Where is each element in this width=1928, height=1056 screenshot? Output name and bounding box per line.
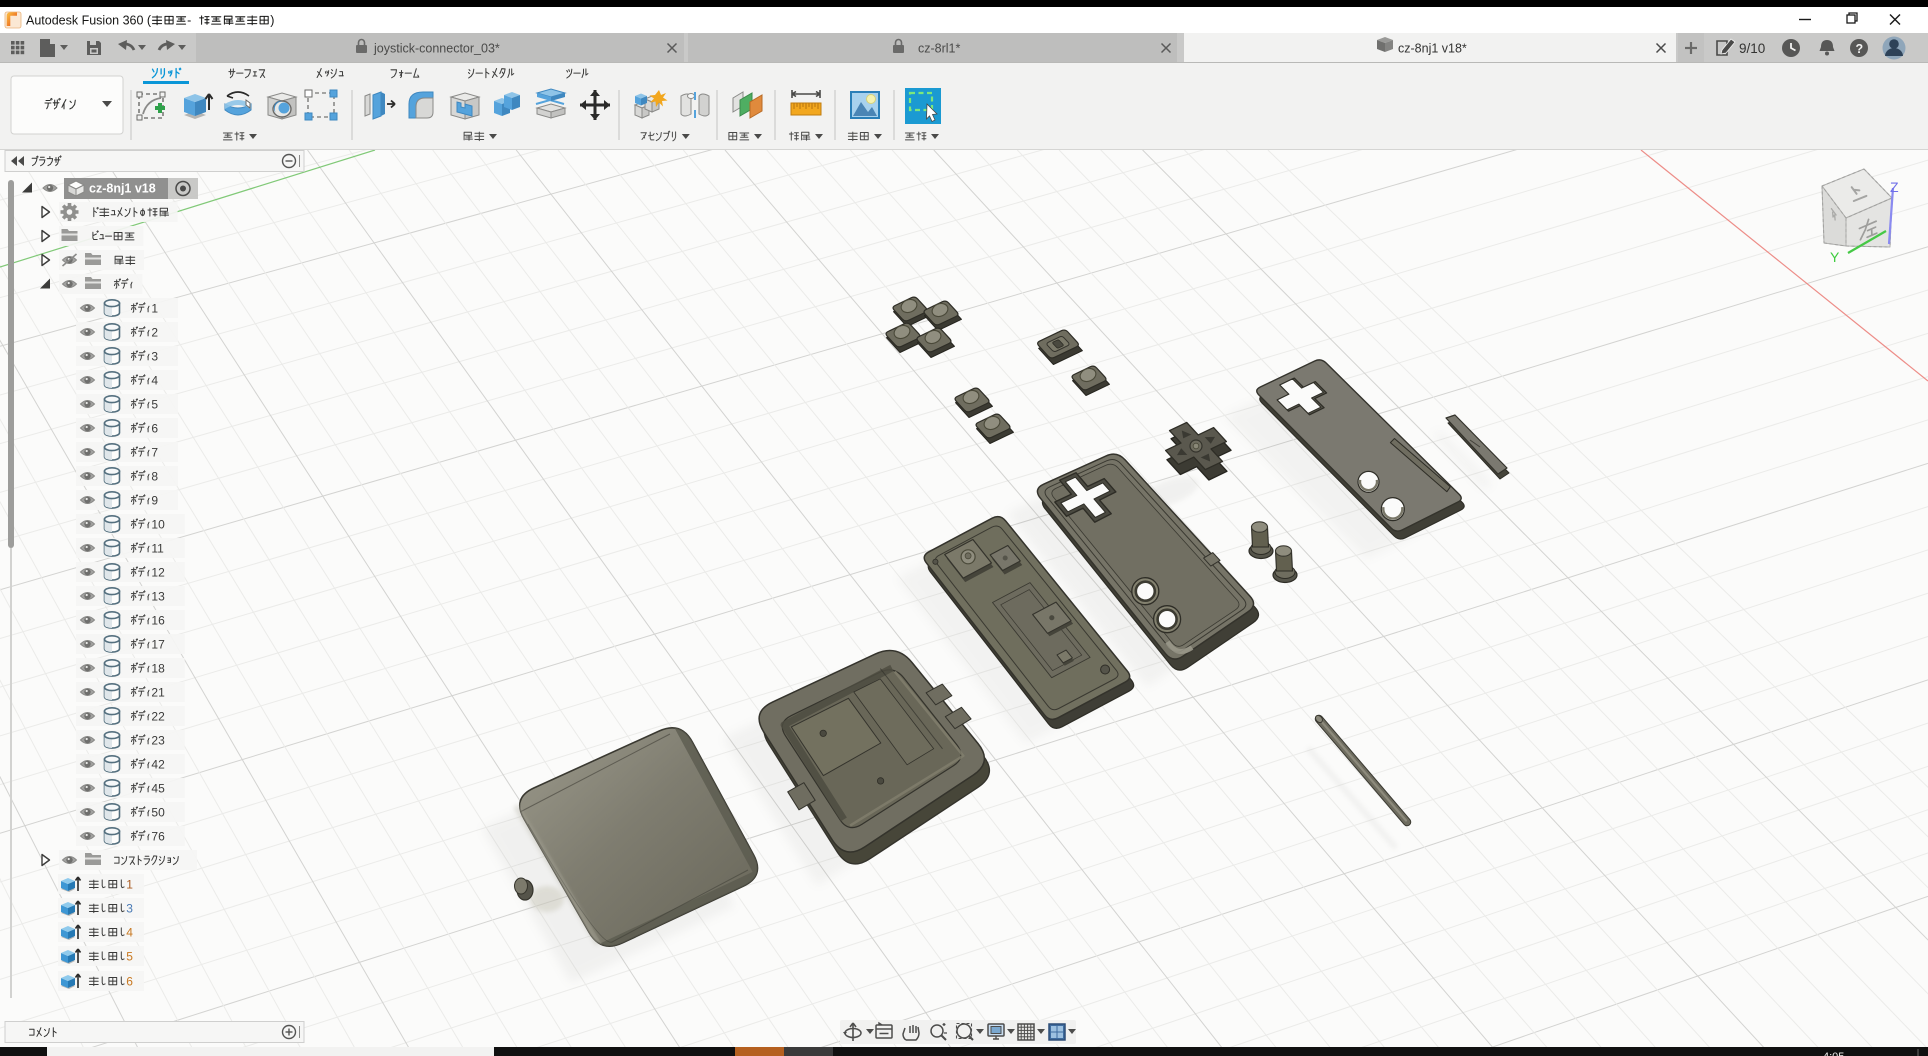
svg-text:4: 4 [151, 373, 158, 387]
svg-text:9/10: 9/10 [1739, 41, 1765, 56]
svg-text:Autodesk Fusion 360 (: Autodesk Fusion 360 ( [26, 14, 152, 28]
svg-text:13: 13 [151, 589, 165, 603]
svg-text:): ) [270, 14, 274, 28]
svg-text:7: 7 [151, 445, 158, 459]
svg-text:2: 2 [151, 325, 158, 339]
svg-text:8: 8 [151, 469, 158, 483]
svg-text:23: 23 [151, 733, 165, 747]
svg-text:9: 9 [151, 493, 158, 507]
svg-text:10: 10 [151, 517, 165, 531]
svg-text:cz-8nj1 v18*: cz-8nj1 v18* [1398, 42, 1467, 56]
svg-text:17: 17 [151, 637, 165, 651]
svg-text:?: ? [1856, 42, 1864, 56]
svg-text:5: 5 [126, 949, 133, 963]
svg-text:4: 4 [126, 925, 133, 939]
svg-text:5: 5 [151, 397, 158, 411]
svg-text:21: 21 [151, 685, 165, 699]
svg-text:3: 3 [151, 349, 158, 363]
svg-text:45: 45 [151, 781, 165, 795]
svg-text:joystick-connector_03*: joystick-connector_03* [373, 42, 500, 56]
svg-text:cz-8rl1*: cz-8rl1* [918, 42, 961, 56]
svg-text:1: 1 [151, 301, 158, 315]
svg-text:76: 76 [151, 829, 165, 843]
svg-text:16: 16 [151, 613, 165, 627]
svg-text:18: 18 [151, 661, 165, 675]
svg-text:11: 11 [151, 541, 164, 555]
svg-text:6: 6 [151, 421, 158, 435]
svg-text:cz-8nj1 v18: cz-8nj1 v18 [89, 182, 156, 196]
svg-text:50: 50 [151, 805, 165, 819]
svg-text:Y: Y [1830, 249, 1840, 265]
svg-text:22: 22 [151, 709, 165, 723]
svg-text:6: 6 [126, 974, 133, 988]
svg-text:4:05: 4:05 [1823, 1051, 1844, 1056]
svg-text:-: - [187, 14, 191, 28]
svg-text:42: 42 [151, 757, 165, 771]
svg-text:3: 3 [126, 901, 133, 915]
svg-text:1: 1 [126, 877, 133, 891]
svg-text:12: 12 [151, 565, 165, 579]
svg-text:Z: Z [1890, 179, 1899, 195]
